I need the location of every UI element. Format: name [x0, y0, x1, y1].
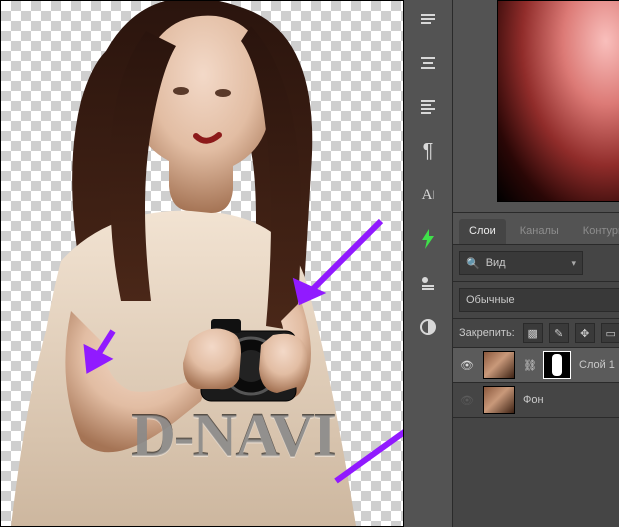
circle-contrast-icon[interactable]	[413, 312, 443, 342]
panel-stack: Слои Каналы Контуры 🔍 Вид ▾ Обычные	[453, 0, 619, 527]
right-panels: ¶ A| Слои Каналы Контуры 🔍 Вид ▾	[404, 0, 619, 527]
chevron-down-icon: ▾	[571, 258, 576, 269]
layers-panel: 🔍 Вид ▾ Обычные Закрепить: ▩ ✎ ✥	[453, 245, 619, 527]
blend-mode-value: Обычные	[466, 294, 515, 306]
visibility-toggle[interactable]: 👁	[459, 359, 475, 372]
lock-artboard-icon[interactable]: ▭	[601, 323, 619, 343]
blend-mode-select[interactable]: Обычные	[459, 288, 619, 312]
visibility-toggle[interactable]: 👁	[459, 394, 475, 407]
tab-channels[interactable]: Каналы	[510, 219, 569, 244]
filter-kind-select[interactable]: 🔍 Вид ▾	[459, 251, 583, 275]
paragraph-top-icon[interactable]	[413, 92, 443, 122]
lock-position-icon[interactable]: ✥	[575, 323, 595, 343]
lock-label: Закрепить:	[459, 327, 515, 339]
search-icon: 🔍	[466, 257, 480, 270]
lock-row: Закрепить: ▩ ✎ ✥ ▭ 🔒	[453, 319, 619, 348]
zoom-icon[interactable]	[413, 4, 443, 34]
subject-shape	[1, 1, 403, 526]
filter-kind-label: Вид	[486, 257, 506, 269]
pilcrow-icon[interactable]: ¶	[413, 136, 443, 166]
panel-tabs: Слои Каналы Контуры	[453, 213, 619, 245]
vertical-toolbar: ¶ A|	[404, 0, 453, 527]
link-icon: ⛓	[523, 359, 535, 372]
lock-icons: ▩ ✎ ✥ ▭ 🔒	[523, 323, 619, 343]
align-icon[interactable]	[413, 48, 443, 78]
lock-pixels-icon[interactable]: ▩	[523, 323, 543, 343]
tab-layers[interactable]: Слои	[459, 219, 506, 244]
layer-list: 👁 ⛓ Слой 1 👁 Фон	[453, 348, 619, 527]
app-root: D-NAVI ¶ A| Слои Каналы Контуры	[0, 0, 619, 527]
brush-settings-icon[interactable]	[413, 268, 443, 298]
layer-row[interactable]: 👁 ⛓ Слой 1	[453, 348, 619, 383]
color-picker-panel[interactable]	[453, 0, 619, 213]
layer-filter-row: 🔍 Вид ▾	[453, 245, 619, 282]
color-gradient[interactable]	[497, 0, 619, 202]
layer-row[interactable]: 👁 Фон	[453, 383, 619, 418]
canvas[interactable]: D-NAVI	[0, 0, 404, 527]
lock-brush-icon[interactable]: ✎	[549, 323, 569, 343]
layer-thumbnail[interactable]	[483, 386, 515, 414]
layer-mask-thumbnail[interactable]	[543, 351, 571, 379]
tab-paths[interactable]: Контуры	[573, 219, 619, 244]
cutout-subject	[1, 1, 403, 526]
character-icon[interactable]: A|	[413, 180, 443, 210]
layer-name[interactable]: Фон	[523, 394, 619, 406]
blend-mode-row: Обычные	[453, 282, 619, 319]
layer-name[interactable]: Слой 1	[579, 359, 619, 371]
flash-icon[interactable]	[413, 224, 443, 254]
layer-thumbnail[interactable]	[483, 351, 515, 379]
annotation-arrow-1	[297, 221, 381, 301]
